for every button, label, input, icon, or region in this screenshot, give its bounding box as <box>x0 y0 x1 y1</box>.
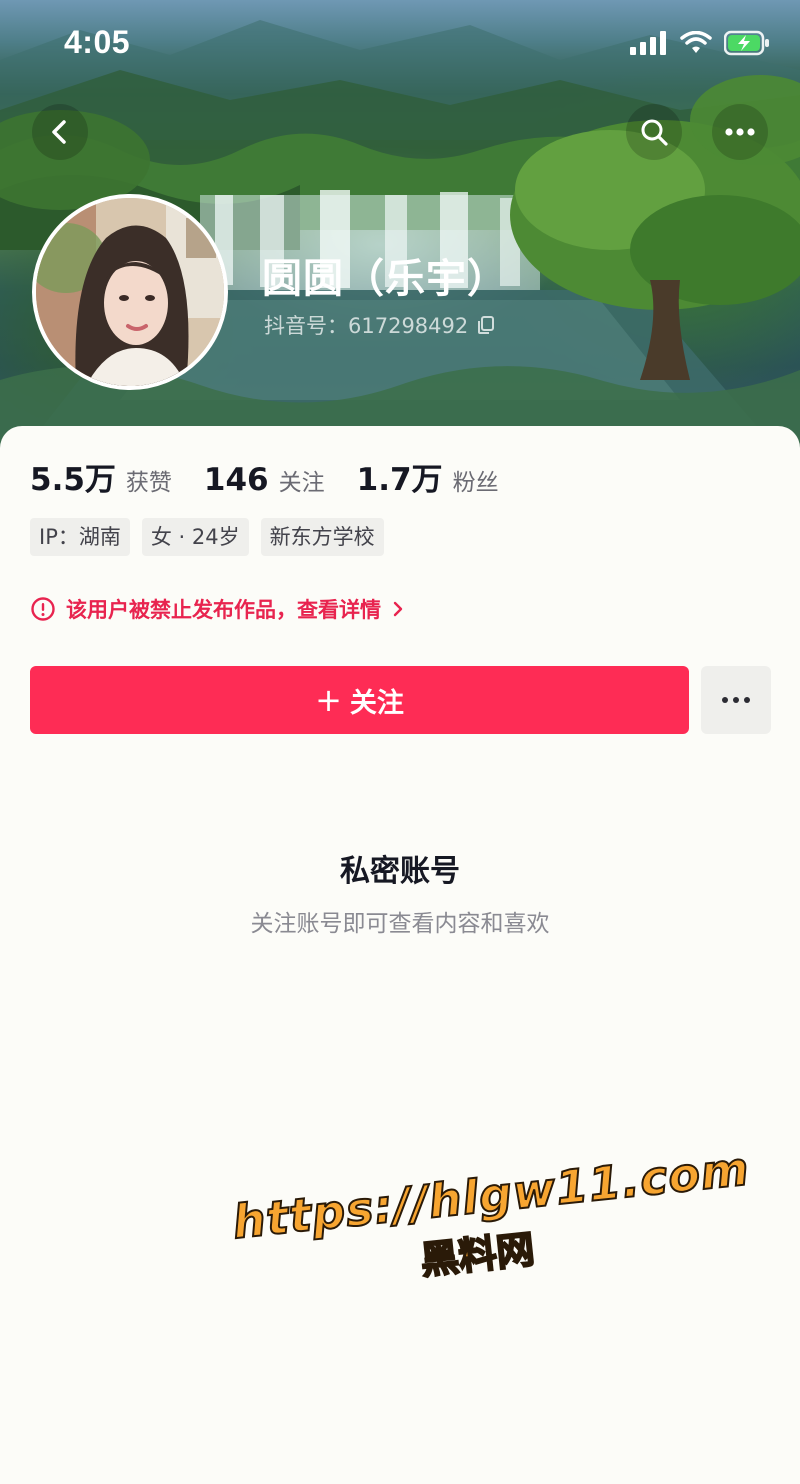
status-bar: 4:05 <box>0 0 800 88</box>
stat-likes[interactable]: 5.5万 获赞 <box>30 454 172 499</box>
display-name: 圆圆（乐宇） <box>262 256 508 302</box>
chevron-right-icon <box>393 601 403 617</box>
back-button[interactable] <box>32 104 88 160</box>
status-icons <box>630 30 770 56</box>
status-time: 4:05 <box>64 24 131 60</box>
stat-followers[interactable]: 1.7万 粉丝 <box>357 454 499 499</box>
stat-label: 粉丝 <box>452 470 499 496</box>
more-horizontal-icon <box>725 128 755 136</box>
profile-cover: 4:05 圆圆（乐宇） 抖音号：617298492 <box>0 0 800 470</box>
battery-charging-icon <box>724 30 769 56</box>
profile-tags: IP：湖南 女 · 24岁 新东方学校 <box>30 518 384 556</box>
stat-label: 关注 <box>278 470 325 496</box>
douyin-id[interactable]: 抖音号：617298492 <box>264 310 496 340</box>
profile-card: 5.5万 获赞 146 关注 1.7万 粉丝 IP：湖南 女 · 24岁 新东方… <box>0 426 800 1484</box>
stat-label: 获赞 <box>125 470 172 496</box>
follow-button-label: 关注 <box>349 687 404 719</box>
avatar[interactable] <box>32 194 228 390</box>
search-icon <box>641 119 668 146</box>
search-button[interactable] <box>626 104 682 160</box>
douyin-id-text: 抖音号：617298492 <box>264 314 469 338</box>
copy-icon[interactable] <box>476 315 496 335</box>
more-horizontal-icon <box>722 697 750 703</box>
profile-stats: 5.5万 获赞 146 关注 1.7万 粉丝 <box>30 454 531 499</box>
more-options-button[interactable] <box>701 666 771 734</box>
avatar-image <box>36 198 224 386</box>
stat-value: 5.5万 <box>30 462 116 498</box>
tag-school[interactable]: 新东方学校 <box>260 518 384 556</box>
plus-icon: + <box>315 681 342 719</box>
stat-value: 1.7万 <box>356 462 443 498</box>
stat-value: 146 <box>203 462 269 498</box>
ban-notice[interactable]: 该用户被禁止发布作品，查看详情 <box>30 594 405 624</box>
chevron-left-icon <box>52 120 66 144</box>
ban-notice-text: 该用户被禁止发布作品，查看详情 <box>66 598 381 622</box>
warning-circle-icon <box>31 597 55 621</box>
tag-gender-age: 女 · 24岁 <box>141 518 249 556</box>
private-account-subtitle: 关注账号即可查看内容和喜欢 <box>250 911 550 937</box>
cellular-signal-icon <box>630 31 666 55</box>
follow-button[interactable]: + 关注 <box>30 666 689 734</box>
more-button[interactable] <box>712 104 768 160</box>
wifi-icon <box>680 31 712 53</box>
stat-following[interactable]: 146 关注 <box>204 462 325 498</box>
private-account-title: 私密账号 <box>340 854 460 889</box>
tag-ip-location: IP：湖南 <box>30 518 130 556</box>
